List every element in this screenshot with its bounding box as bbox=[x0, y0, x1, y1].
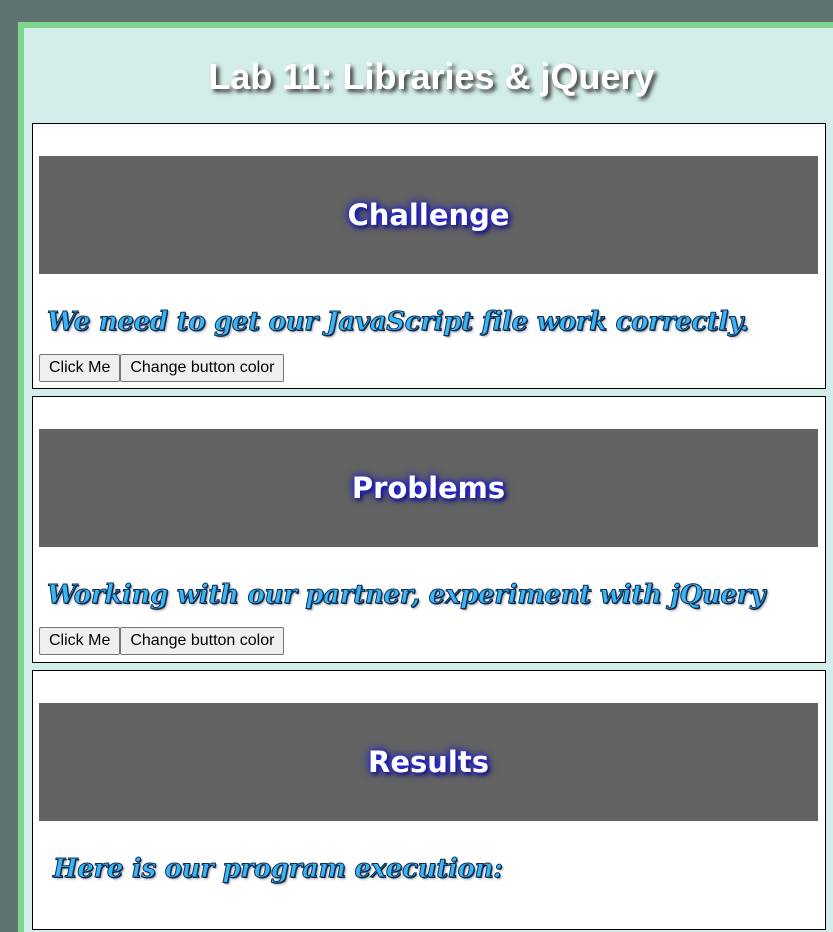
click-me-button[interactable]: Click Me bbox=[39, 354, 121, 382]
section-banner: Challenge bbox=[39, 156, 818, 274]
change-button-color-button[interactable]: Change button color bbox=[120, 354, 285, 382]
page-title: Lab 11: Libraries & jQuery bbox=[208, 56, 655, 97]
page-container: Lab 11: Libraries & jQuery Challenge We … bbox=[18, 22, 833, 932]
section-description: Working with our partner, experiment wit… bbox=[47, 580, 766, 611]
section-problems: Problems Working with our partner, exper… bbox=[32, 396, 826, 663]
change-button-color-button[interactable]: Change button color bbox=[120, 627, 285, 655]
click-me-button[interactable]: Click Me bbox=[39, 627, 121, 655]
section-results: Results Here is our program execution: bbox=[32, 670, 826, 930]
section-description: We need to get our JavaScript file work … bbox=[47, 307, 750, 338]
section-heading: Challenge bbox=[347, 198, 510, 232]
section-banner: Results bbox=[39, 703, 818, 821]
button-row: Click Me Change button color bbox=[39, 627, 285, 655]
section-heading: Problems bbox=[351, 471, 506, 505]
section-heading: Results bbox=[368, 745, 489, 779]
section-challenge: Challenge We need to get our JavaScript … bbox=[32, 123, 826, 389]
section-description: Here is our program execution: bbox=[53, 854, 504, 885]
section-banner: Problems bbox=[39, 429, 818, 547]
button-row: Click Me Change button color bbox=[39, 354, 285, 382]
